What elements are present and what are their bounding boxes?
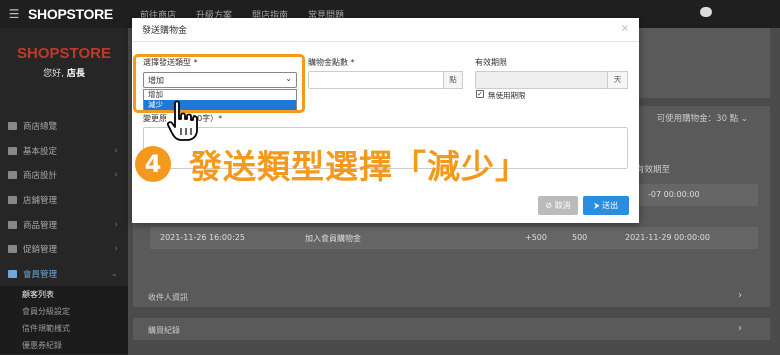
sidebar-item-members[interactable]: 會員管理 ⌄ — [0, 262, 128, 287]
reason-label: 變更原 — [143, 114, 167, 123]
sidebar-subitem-customers[interactable]: 顧客列表 — [0, 286, 128, 304]
sidebar-logo: SHOPSTORE — [17, 45, 111, 62]
no-expiry-label: 無使用期限 — [488, 91, 526, 100]
chevron-right-icon: › — [114, 219, 118, 230]
step-caption: 4 發送類型選擇「減少」 — [135, 140, 529, 188]
row-desc: 加入會員購物金 — [305, 234, 361, 243]
sidebar: SHOPSTORE 您好, 店長 商店總覽 基本設定 › 商店設計 › 店鋪管理 商… — [0, 28, 128, 355]
greeting-prefix: 您好, — [43, 69, 64, 79]
points-unit: 點 — [443, 71, 463, 89]
row-expiry: -07 00:00:00 — [648, 190, 700, 199]
column-header-expiry: 有效期至 — [635, 165, 670, 175]
hand-cursor-icon — [166, 100, 198, 141]
available-points[interactable]: 可使用購物金：30 點 ⌄ — [657, 112, 748, 124]
lock-icon — [8, 196, 17, 205]
modal-header: 發送購物金 × — [132, 18, 639, 42]
sidebar-item-design[interactable]: 商店設計 › — [0, 163, 128, 188]
hamburger-icon[interactable]: ☰ — [0, 7, 28, 21]
step-text: 發送類型選擇「減少」 — [189, 147, 529, 186]
sidebar-item-overview[interactable]: 商店總覽 — [0, 114, 128, 139]
greeting: 您好, 店長 — [0, 66, 128, 79]
sidebar-item-label: 促銷管理 — [23, 245, 58, 256]
step-number: 4 — [135, 146, 171, 182]
row-balance: 500 — [572, 233, 588, 242]
section-title: 購買紀錄 — [148, 326, 180, 335]
expiry-label: 有效期限 — [475, 58, 507, 67]
send-points-modal: 發送購物金 × 選擇發送類型 * 增加 ⌄ 增加 減少 購物金點數 * 點 有效… — [132, 18, 639, 223]
sidebar-subitem-coupons[interactable]: 優惠券紀錄 — [0, 337, 128, 355]
logo[interactable]: SHOPSTORE — [28, 6, 140, 22]
dashboard-icon — [8, 122, 17, 131]
chevron-right-icon: › — [114, 244, 118, 255]
close-icon[interactable]: × — [621, 23, 629, 34]
section-title: 收件人資訊 — [148, 293, 188, 302]
sidebar-item-label: 商品管理 — [23, 220, 58, 231]
sidebar-item-label: 基本設定 — [23, 146, 58, 157]
gift-icon — [8, 245, 17, 254]
chevron-right-icon: › — [738, 323, 742, 334]
sidebar-subitem-email[interactable]: 信件規範樣式 — [0, 320, 128, 338]
sidebar-subitem-tiers[interactable]: 會員分級設定 — [0, 303, 128, 321]
pen-icon — [8, 171, 17, 180]
users-icon — [8, 269, 17, 278]
sidebar-item-label: 會員管理 — [23, 269, 58, 280]
highlight-box — [133, 54, 305, 113]
cart-icon — [8, 220, 17, 229]
modal-title: 發送購物金 — [142, 26, 188, 36]
sidebar-item-promotions[interactable]: 促銷管理 › — [0, 237, 128, 262]
row-amount: +500 — [525, 233, 547, 242]
recipient-section[interactable]: 收件人資訊 › — [133, 285, 770, 307]
sidebar-submenu: 顧客列表 會員分級設定 信件規範樣式 優惠券紀錄 — [0, 286, 128, 355]
row-expiry: 2021-11-29 00:00:00 — [625, 233, 710, 242]
chat-icon[interactable] — [700, 7, 712, 17]
sidebar-item-products[interactable]: 商品管理 › — [0, 212, 128, 237]
chevron-right-icon: › — [114, 145, 118, 156]
table-row: 2021-11-26 16:00:25 加入會員購物金 +500 500 202… — [150, 227, 758, 249]
sidebar-item-label: 商店設計 — [23, 171, 58, 182]
expiry-unit: 天 — [607, 71, 628, 89]
points-input[interactable] — [308, 71, 444, 89]
greeting-name: 店長 — [66, 69, 85, 79]
points-label: 購物金點數 * — [308, 58, 355, 67]
sidebar-item-shop[interactable]: 店鋪管理 — [0, 188, 128, 213]
cancel-button[interactable]: ⊘ 取消 — [538, 196, 578, 215]
chevron-right-icon: › — [114, 170, 118, 181]
expiry-input[interactable] — [475, 71, 608, 89]
purchase-section[interactable]: 購買紀錄 › — [133, 318, 770, 340]
bank-icon — [8, 146, 17, 155]
no-expiry-checkbox[interactable]: ✓ — [476, 90, 484, 98]
send-button[interactable]: ⮞ 送出 — [583, 196, 629, 215]
chevron-down-icon: ⌄ — [110, 268, 118, 279]
sidebar-menu: 商店總覽 基本設定 › 商店設計 › 店鋪管理 商品管理 › 促銷管理 › 會員管理 ⌄ … — [0, 114, 128, 355]
sidebar-item-label: 商店總覽 — [23, 122, 58, 133]
sidebar-item-settings[interactable]: 基本設定 › — [0, 139, 128, 164]
row-date: 2021-11-26 16:00:25 — [160, 233, 245, 242]
sidebar-item-label: 店鋪管理 — [23, 196, 58, 207]
chevron-right-icon: › — [738, 290, 742, 301]
